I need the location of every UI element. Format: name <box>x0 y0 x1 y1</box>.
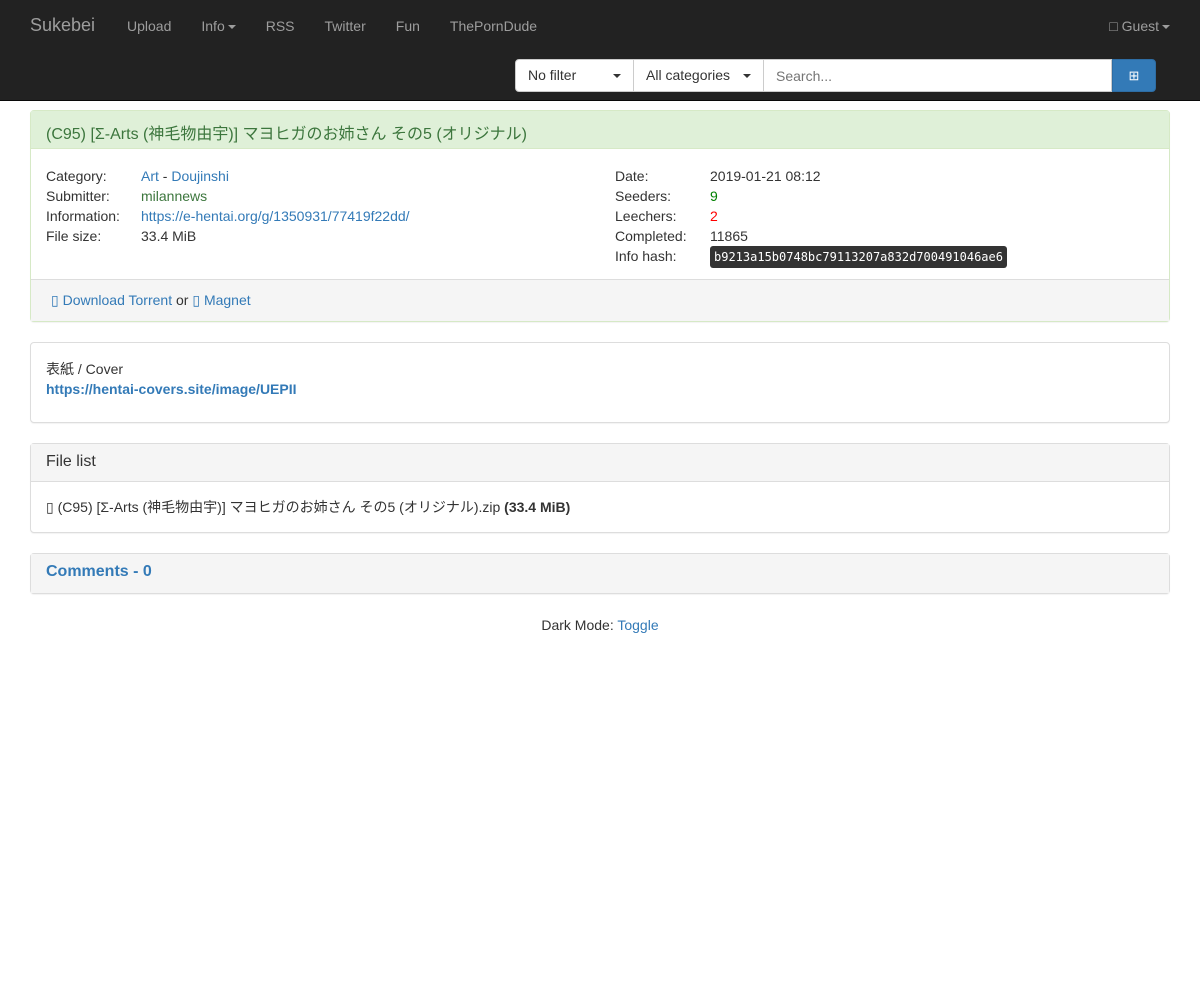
info-hash: b9213a15b0748bc79113207a832d700491046ae6 <box>710 246 1007 268</box>
category-select[interactable]: All categories <box>634 59 764 92</box>
magnet-link[interactable]: ▯ Magnet <box>192 292 250 308</box>
category-sub-link[interactable]: Doujinshi <box>171 168 229 184</box>
filter-value: No filter <box>528 67 577 83</box>
category-main-link[interactable]: Art <box>141 168 159 184</box>
nav-rss[interactable]: RSS <box>251 16 310 36</box>
torrent-title: (C95) [Σ-Arts (神毛物由宇)] マヨヒガのお姉さん その5 (オリ… <box>31 111 1169 149</box>
download-icon: ▯ <box>51 292 59 308</box>
caret-down-icon <box>227 25 236 30</box>
filesize-value: 33.4 MiB <box>141 228 197 244</box>
user-icon: □ <box>1109 18 1118 34</box>
nav-theporndude[interactable]: ThePornDude <box>435 16 552 36</box>
caret-down-icon <box>1162 25 1170 30</box>
torrent-info-left: Category: Art - Doujinshi Submitter: milan… <box>46 166 410 246</box>
navbar: Sukebei Upload Info RSS Twitter Fun TheP… <box>0 0 1200 101</box>
download-label: Download Torrent <box>62 292 173 308</box>
search-input[interactable] <box>764 59 1112 92</box>
completed-label: Completed: <box>615 228 687 244</box>
category-label: Category: <box>46 168 107 184</box>
footer: Dark Mode: Toggle <box>0 615 1200 635</box>
nav-info-label: Info <box>201 18 225 34</box>
file-item: ▯ (C95) [Σ-Arts (神毛物由宇)] マヨヒガのお姉さん その5 (… <box>31 482 1169 532</box>
date-label: Date: <box>615 168 649 184</box>
nav-fun[interactable]: Fun <box>381 16 435 36</box>
magnet-icon: ▯ <box>192 292 201 308</box>
search-form: No filter All categories ⊞ <box>515 59 1156 92</box>
description-panel: 表紙 / Cover https://hentai-covers.site/im… <box>30 342 1170 423</box>
comments-toggle[interactable]: Comments - 0 <box>46 563 152 580</box>
guest-menu[interactable]: □ Guest <box>1109 16 1170 36</box>
category-value: All categories <box>646 67 731 83</box>
hash-label: Info hash: <box>615 248 677 264</box>
filelist-title: File list <box>31 444 1169 482</box>
filesize-label: File size: <box>46 228 102 244</box>
or-text: or <box>172 292 193 308</box>
download-footer: ▯ Download Torrent or ▯ Magnet <box>31 279 1169 321</box>
download-torrent-link[interactable]: ▯ Download Torrent <box>51 292 172 308</box>
torrent-panel: (C95) [Σ-Arts (神毛物由宇)] マヨヒガのお姉さん その5 (オリ… <box>30 110 1170 322</box>
brand-link[interactable]: Sukebei <box>30 15 95 36</box>
guest-label: Guest <box>1121 18 1159 34</box>
dark-mode-toggle[interactable]: Toggle <box>617 617 658 633</box>
leechers-value: 2 <box>710 208 718 224</box>
nav-upload[interactable]: Upload <box>112 16 186 36</box>
information-label: Information: <box>46 208 120 224</box>
cover-link[interactable]: https://hentai-covers.site/image/UEPII <box>46 379 1154 399</box>
nav-info[interactable]: Info <box>186 16 250 36</box>
file-size: (33.4 MiB) <box>504 499 571 515</box>
seeders-value: 9 <box>710 188 718 204</box>
search-button[interactable]: ⊞ <box>1112 59 1156 92</box>
nav-twitter[interactable]: Twitter <box>310 16 381 36</box>
leechers-label: Leechers: <box>615 208 677 224</box>
comments-panel: Comments - 0 <box>30 553 1170 594</box>
torrent-info-right: Date: 2019-01-21 08:12 Seeders: 9 Leechers… <box>615 166 1007 268</box>
completed-value: 11865 <box>710 228 748 244</box>
file-name: (C95) [Σ-Arts (神毛物由宇)] マヨヒガのお姉さん その5 (オリ… <box>57 499 501 515</box>
information-link[interactable]: https://e-hentai.org/g/1350931/77419f22d… <box>141 206 410 226</box>
category-separator: - <box>158 168 172 184</box>
file-icon: ▯ <box>46 499 54 515</box>
magnet-label: Magnet <box>203 292 251 308</box>
submitter-label: Submitter: <box>46 188 110 204</box>
seeders-label: Seeders: <box>615 188 672 204</box>
submitter-link[interactable]: milannews <box>141 186 207 206</box>
description-text: 表紙 / Cover <box>46 361 124 377</box>
dark-mode-label: Dark Mode: <box>541 617 618 633</box>
search-icon: ⊞ <box>1128 68 1140 83</box>
caret-down-icon <box>613 74 621 78</box>
nav-links: Upload Info RSS Twitter Fun ThePornDude <box>112 16 552 36</box>
filter-select[interactable]: No filter <box>515 59 634 92</box>
filelist-panel: File list ▯ (C95) [Σ-Arts (神毛物由宇)] マヨヒガの… <box>30 443 1170 533</box>
date-value: 2019-01-21 08:12 <box>710 168 821 184</box>
caret-down-icon <box>743 74 751 78</box>
